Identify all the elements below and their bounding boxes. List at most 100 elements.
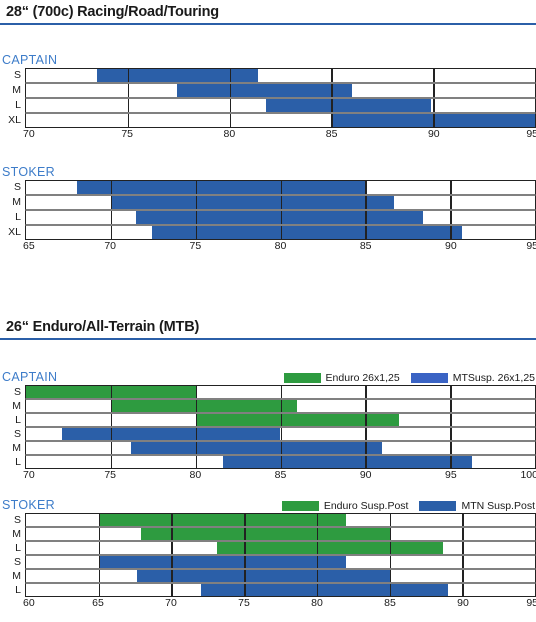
gridline <box>450 456 452 468</box>
plot-area: SMLSML 60 65 70 75 80 85 90 95 <box>0 513 536 611</box>
row-label: M <box>12 84 21 97</box>
plot-area: S M L XL 70 75 80 85 90 95 <box>0 68 536 142</box>
bar-track <box>25 98 536 113</box>
axis-tick-label: 90 <box>444 240 457 252</box>
gridline <box>195 196 198 209</box>
axis-tick-label: 80 <box>223 128 236 140</box>
axis-tick-label: 70 <box>165 597 177 609</box>
gridline <box>229 69 232 82</box>
legend-item: MTN Susp.Post <box>419 500 535 512</box>
bar-track <box>25 555 536 569</box>
gridline <box>244 528 246 540</box>
range-bar <box>110 400 298 412</box>
gridline <box>171 542 173 554</box>
gridline <box>171 514 173 526</box>
range-bar <box>110 196 395 209</box>
axis-tick-label: 70 <box>104 240 116 252</box>
section-title: 28“ (700c) Racing/Road/Touring <box>6 4 219 20</box>
plot-area: SMLSML 70 75 80 85 90 95 100 <box>0 385 536 483</box>
gridline <box>331 69 333 82</box>
gridline <box>389 514 392 526</box>
gridline <box>450 386 452 398</box>
axis-tick-label: 80 <box>189 469 202 481</box>
bar-row: M <box>0 83 536 98</box>
gridline <box>331 114 333 127</box>
axis-tick-label: 80 <box>274 240 287 252</box>
gridline <box>195 386 198 398</box>
bar-row: L <box>0 413 536 427</box>
bar-row: S <box>0 427 536 441</box>
bar-track <box>25 569 536 583</box>
gridline <box>98 584 101 596</box>
gridline <box>450 400 452 412</box>
gridline <box>462 570 464 582</box>
gridline <box>98 556 101 568</box>
bar-row: M <box>0 399 536 413</box>
bar-rows: S M L XL <box>0 180 536 240</box>
axis-tick-label: 75 <box>104 469 116 481</box>
gridline <box>171 556 173 568</box>
row-label: M <box>12 399 21 412</box>
gridline <box>450 414 452 426</box>
gridline <box>365 211 367 224</box>
gridline <box>195 428 198 440</box>
gridline <box>195 456 198 468</box>
gridline <box>365 428 367 440</box>
range-bar <box>98 556 346 568</box>
chart-26-captain: CAPTAIN Enduro 26x1,25 MTSusp. 26x1,25 SM… <box>0 370 536 483</box>
gridline <box>450 211 452 224</box>
legend-swatch-blue_light <box>410 373 448 383</box>
row-label: L <box>15 583 21 596</box>
gridline <box>462 584 464 596</box>
row-label: XL <box>8 226 21 239</box>
gridline <box>127 99 130 112</box>
bar-track <box>25 583 536 597</box>
legend-item: MTSusp. 26x1,25 <box>410 372 535 384</box>
bar-row: S <box>0 385 536 399</box>
bar-track <box>25 385 536 399</box>
axis-tick-label: 95 <box>526 128 536 140</box>
gridline <box>389 528 392 540</box>
gridline <box>331 99 333 112</box>
gridline <box>195 211 198 224</box>
gridline <box>389 556 392 568</box>
gridline <box>316 528 319 540</box>
gridline <box>171 570 173 582</box>
range-bar <box>131 442 383 454</box>
gridline <box>244 514 246 526</box>
legend-item: Enduro 26x1,25 <box>283 372 400 384</box>
axis-tick-label: 95 <box>526 240 536 252</box>
bar-track <box>25 441 536 455</box>
axis-tick-label: 75 <box>238 597 250 609</box>
bar-row: M <box>0 441 536 455</box>
gridline <box>450 442 452 454</box>
row-label: L <box>15 541 21 554</box>
gridline <box>433 69 435 82</box>
gridline <box>316 570 319 582</box>
bar-track <box>25 68 536 83</box>
row-label: S <box>13 69 21 82</box>
range-bar <box>222 456 473 468</box>
gridline <box>127 69 130 82</box>
chart-title-captain: CAPTAIN <box>2 53 58 67</box>
chart-title-stoker: STOKER <box>2 165 55 179</box>
axis-tick-label: 90 <box>457 597 469 609</box>
gridline <box>316 556 319 568</box>
bar-row: S <box>0 68 536 83</box>
bar-rows: SMLSML <box>0 385 536 469</box>
range-bar <box>216 542 444 554</box>
gridline <box>127 84 130 97</box>
bar-row: L <box>0 210 536 225</box>
bar-row: M <box>0 569 536 583</box>
bar-track <box>25 513 536 527</box>
gridline <box>98 528 101 540</box>
x-axis: 70 75 80 85 90 95 <box>23 128 536 142</box>
chart-28-captain: CAPTAIN S M L XL 70 75 80 85 90 95 <box>0 53 536 142</box>
x-axis: 70 75 80 85 90 95 100 <box>23 469 536 483</box>
bar-track <box>25 455 536 469</box>
bar-row: S <box>0 180 536 195</box>
gridline <box>365 400 367 412</box>
section-divider <box>0 338 536 340</box>
row-label: M <box>12 569 21 582</box>
range-bar <box>98 514 346 526</box>
